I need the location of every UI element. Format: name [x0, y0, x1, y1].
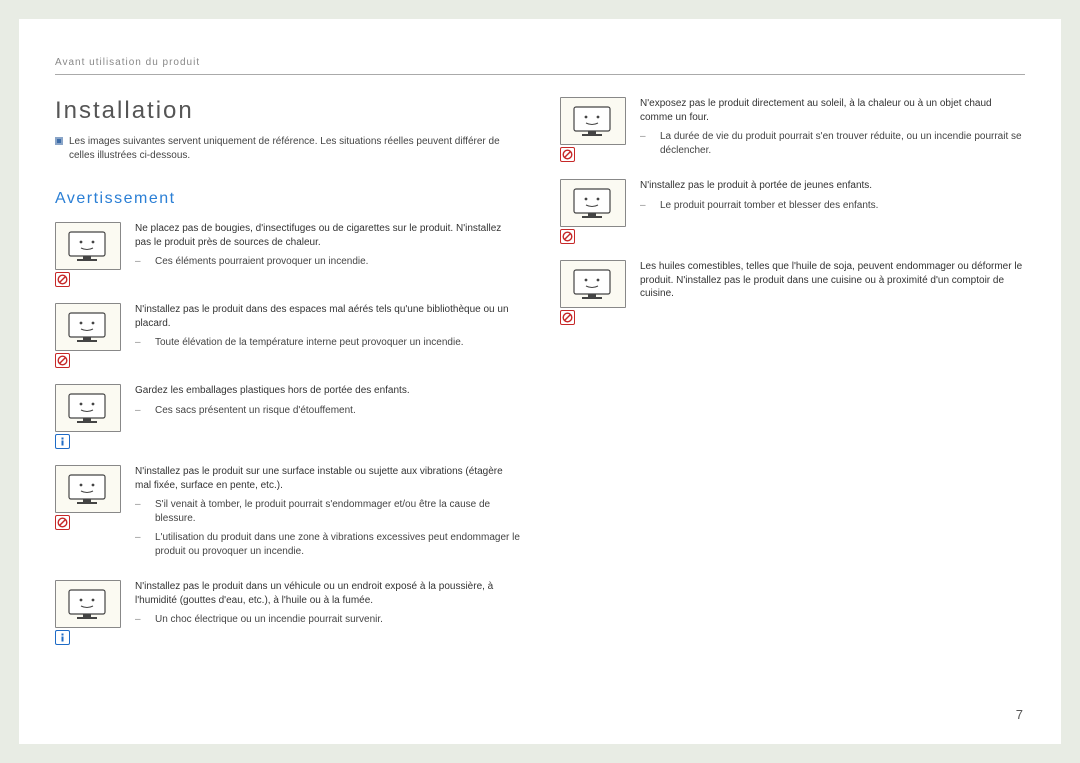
- warning-main-text: N'exposez pas le produit directement au …: [640, 97, 1025, 124]
- warning-sub-item: –Ces éléments pourraient provoquer un in…: [135, 255, 520, 269]
- prohibit-icon: [560, 229, 575, 244]
- note-text: Les images suivantes servent uniquement …: [69, 135, 500, 162]
- warning-sub-item: –La durée de vie du produit pourrait s'e…: [640, 130, 1025, 157]
- warning-item: N'installez pas le produit sur une surfa…: [55, 465, 520, 564]
- left-column: Installation Les images suivantes serven…: [55, 97, 520, 661]
- warning-icon-column: [55, 303, 121, 368]
- warning-icon-column: [55, 580, 121, 645]
- warning-main-text: N'installez pas le produit sur une surfa…: [135, 465, 520, 492]
- warning-text-column: N'installez pas le produit sur une surfa…: [135, 465, 520, 564]
- warning-sub-text: Toute élévation de la température intern…: [155, 336, 464, 350]
- dash-icon: –: [135, 404, 145, 418]
- warning-main-text: N'installez pas le produit à portée de j…: [640, 179, 1025, 193]
- warning-main-text: N'installez pas le produit dans des espa…: [135, 303, 520, 330]
- warning-sub-list: –Toute élévation de la température inter…: [135, 336, 520, 350]
- info-icon: [55, 434, 70, 449]
- warning-item: N'installez pas le produit à portée de j…: [560, 179, 1025, 244]
- dash-icon: –: [135, 336, 145, 350]
- illustration-icon: [55, 222, 121, 270]
- dash-icon: –: [135, 613, 145, 627]
- section-heading: Avertissement: [55, 190, 520, 208]
- warning-main-text: N'installez pas le produit dans un véhic…: [135, 580, 520, 607]
- warning-text-column: Les huiles comestibles, telles que l'hui…: [640, 260, 1025, 325]
- warning-main-text: Les huiles comestibles, telles que l'hui…: [640, 260, 1025, 301]
- dash-icon: –: [135, 255, 145, 269]
- warning-main-text: Ne placez pas de bougies, d'insectifuges…: [135, 222, 520, 249]
- illustration-icon: [55, 384, 121, 432]
- warning-icon-column: [55, 465, 121, 564]
- warning-sub-text: L'utilisation du produit dans une zone à…: [155, 531, 520, 558]
- warning-item: N'installez pas le produit dans des espa…: [55, 303, 520, 368]
- warning-item: N'exposez pas le produit directement au …: [560, 97, 1025, 163]
- right-column: N'exposez pas le produit directement au …: [560, 97, 1025, 661]
- warning-icon-column: [560, 179, 626, 244]
- dash-icon: –: [640, 130, 650, 157]
- prohibit-icon: [55, 272, 70, 287]
- warning-text-column: Gardez les emballages plastiques hors de…: [135, 384, 520, 449]
- warning-icon-column: [560, 97, 626, 163]
- illustration-icon: [55, 465, 121, 513]
- warning-item: N'installez pas le produit dans un véhic…: [55, 580, 520, 645]
- dash-icon: –: [135, 531, 145, 558]
- warning-icon-column: [55, 222, 121, 287]
- warning-sub-text: Un choc électrique ou un incendie pourra…: [155, 613, 383, 627]
- prohibit-icon: [55, 353, 70, 368]
- illustration-icon: [55, 303, 121, 351]
- warning-sub-list: –S'il venait à tomber, le produit pourra…: [135, 498, 520, 558]
- warning-sub-item: –Le produit pourrait tomber et blesser d…: [640, 199, 1025, 213]
- chapter-header: Avant utilisation du produit: [55, 57, 1025, 75]
- document-page: Avant utilisation du produit Installatio…: [19, 19, 1061, 744]
- warning-sub-text: S'il venait à tomber, le produit pourrai…: [155, 498, 520, 525]
- warning-sub-list: –Un choc électrique ou un incendie pourr…: [135, 613, 520, 627]
- warning-sub-item: –S'il venait à tomber, le produit pourra…: [135, 498, 520, 525]
- dash-icon: –: [135, 498, 145, 525]
- warning-text-column: N'installez pas le produit dans un véhic…: [135, 580, 520, 645]
- warning-sub-text: Ces éléments pourraient provoquer un inc…: [155, 255, 368, 269]
- warning-list-right: N'exposez pas le produit directement au …: [560, 97, 1025, 325]
- page-title: Installation: [55, 97, 520, 125]
- warning-text-column: Ne placez pas de bougies, d'insectifuges…: [135, 222, 520, 287]
- warning-sub-list: –La durée de vie du produit pourrait s'e…: [640, 130, 1025, 157]
- warning-sub-item: –Ces sacs présentent un risque d'étouffe…: [135, 404, 520, 418]
- warning-item: Ne placez pas de bougies, d'insectifuges…: [55, 222, 520, 287]
- warning-sub-list: –Ces éléments pourraient provoquer un in…: [135, 255, 520, 269]
- warning-sub-item: –L'utilisation du produit dans une zone …: [135, 531, 520, 558]
- warning-text-column: N'exposez pas le produit directement au …: [640, 97, 1025, 163]
- warning-sub-text: La durée de vie du produit pourrait s'en…: [660, 130, 1025, 157]
- illustration-icon: [560, 179, 626, 227]
- warning-sub-list: –Le produit pourrait tomber et blesser d…: [640, 199, 1025, 213]
- warning-item: Les huiles comestibles, telles que l'hui…: [560, 260, 1025, 325]
- warning-sub-item: –Toute élévation de la température inter…: [135, 336, 520, 350]
- warning-text-column: N'installez pas le produit dans des espa…: [135, 303, 520, 368]
- prohibit-icon: [55, 515, 70, 530]
- reference-note: Les images suivantes servent uniquement …: [55, 135, 520, 162]
- illustration-icon: [560, 97, 626, 145]
- warning-sub-item: –Un choc électrique ou un incendie pourr…: [135, 613, 520, 627]
- warning-item: Gardez les emballages plastiques hors de…: [55, 384, 520, 449]
- warning-list-left: Ne placez pas de bougies, d'insectifuges…: [55, 222, 520, 645]
- warning-main-text: Gardez les emballages plastiques hors de…: [135, 384, 520, 398]
- warning-sub-text: Ces sacs présentent un risque d'étouffem…: [155, 404, 356, 418]
- warning-sub-list: –Ces sacs présentent un risque d'étouffe…: [135, 404, 520, 418]
- content-columns: Installation Les images suivantes serven…: [55, 97, 1025, 661]
- prohibit-icon: [560, 310, 575, 325]
- warning-icon-column: [55, 384, 121, 449]
- illustration-icon: [55, 580, 121, 628]
- page-number: 7: [1016, 707, 1023, 722]
- illustration-icon: [560, 260, 626, 308]
- warning-sub-text: Le produit pourrait tomber et blesser de…: [660, 199, 878, 213]
- warning-text-column: N'installez pas le produit à portée de j…: [640, 179, 1025, 244]
- info-icon: [55, 630, 70, 645]
- warning-icon-column: [560, 260, 626, 325]
- dash-icon: –: [640, 199, 650, 213]
- note-bullet-icon: [55, 137, 63, 145]
- prohibit-icon: [560, 147, 575, 162]
